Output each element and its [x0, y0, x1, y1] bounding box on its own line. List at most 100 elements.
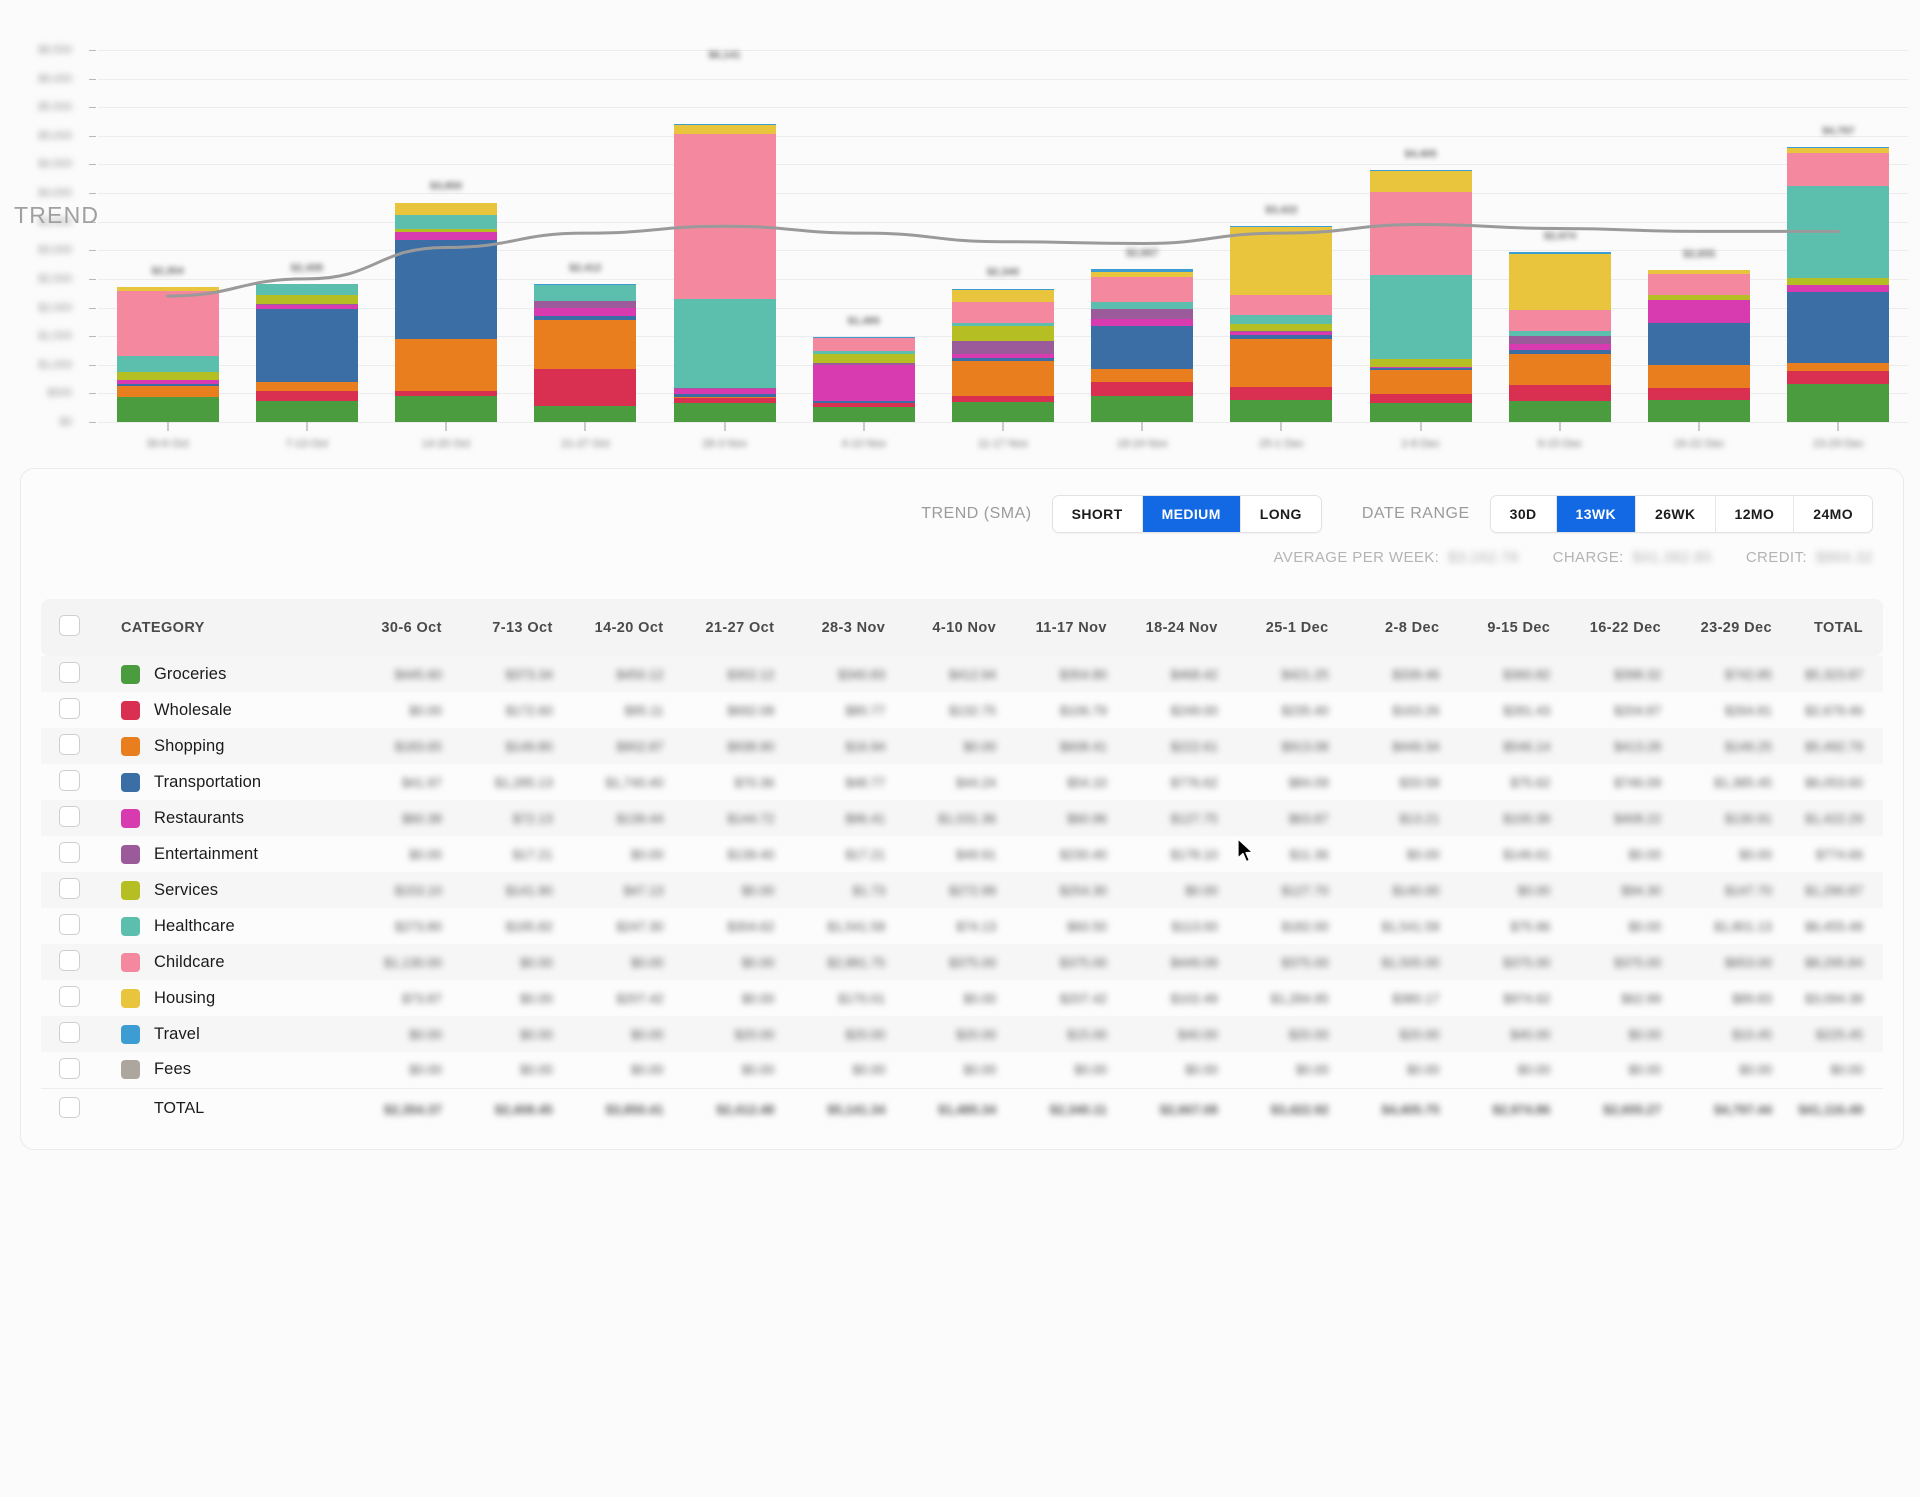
row-checkbox-transportation[interactable] — [59, 770, 80, 791]
chart-bar-group[interactable]: $2,667 18-24 Nov — [1091, 50, 1194, 450]
bar-segment-services[interactable] — [952, 326, 1054, 342]
bar-segment-shopping[interactable] — [1508, 354, 1611, 386]
column-header-23-29-dec[interactable]: 23-29 Dec — [1661, 599, 1772, 656]
bar-segment-housing[interactable] — [952, 289, 1054, 302]
bar-segment-transportation[interactable] — [1787, 292, 1890, 363]
trend-option-short[interactable]: SHORT — [1052, 496, 1143, 532]
chart-bar-group[interactable]: $3,422 25-1 Dec — [1230, 50, 1333, 450]
bar-segment-shopping[interactable] — [1369, 369, 1472, 395]
bar-segment-restaurants[interactable] — [812, 364, 915, 402]
bar-segment-groceries[interactable] — [395, 396, 498, 422]
bar-segment-groceries[interactable] — [116, 396, 219, 422]
bar-segment-wholesale[interactable] — [1787, 370, 1890, 385]
column-header-9-15-dec[interactable]: 9-15 Dec — [1439, 599, 1550, 656]
bar-segment-groceries[interactable] — [952, 401, 1054, 422]
bar-segment-restaurants[interactable] — [395, 231, 498, 240]
row-checkbox-shopping[interactable] — [59, 734, 80, 755]
bar-segment-shopping[interactable] — [1230, 339, 1333, 388]
table-row[interactable]: Entertainment $0.00 $17.21 $0.00 $139.40 $17.… — [41, 836, 1883, 872]
chart-bar-group[interactable]: $2,412 21-27 Oct — [534, 50, 637, 450]
chart-bar-group[interactable]: $4,405 2-8 Dec — [1369, 50, 1472, 450]
chart-bar-group[interactable]: $2,655 16-22 Dec — [1648, 50, 1751, 450]
row-checkbox-services[interactable] — [59, 878, 80, 899]
bar-segment-wholesale[interactable] — [1508, 385, 1611, 402]
table-row[interactable]: Housing $73.87 $0.00 $207.42 $0.00 $170.01 $0.… — [41, 980, 1883, 1016]
bar-segment-childcare[interactable] — [673, 134, 776, 300]
bar-segment-groceries[interactable] — [255, 400, 358, 422]
bar-segment-groceries[interactable] — [812, 407, 915, 422]
column-header-30-6-oct[interactable]: 30-6 Oct — [331, 599, 442, 656]
bar-segment-groceries[interactable] — [1091, 395, 1194, 422]
bar-segment-transportation[interactable] — [395, 239, 498, 340]
bar-segment-childcare[interactable] — [1091, 277, 1194, 303]
trend-sma-button-group[interactable]: SHORT MEDIUM LONG — [1051, 495, 1322, 533]
table-row[interactable]: Restaurants $60.38 $72.13 $139.44 $144.72 $96… — [41, 800, 1883, 836]
bar-segment-shopping[interactable] — [1091, 369, 1194, 382]
bar-segment-transportation[interactable] — [1091, 325, 1194, 370]
column-header-total[interactable]: TOTAL — [1772, 599, 1883, 656]
range-option-24mo[interactable]: 24MO — [1794, 496, 1872, 532]
column-header-28-3-nov[interactable]: 28-3 Nov — [774, 599, 885, 656]
bar-segment-childcare[interactable] — [812, 337, 915, 351]
range-option-30d[interactable]: 30D — [1490, 496, 1557, 532]
column-header-25-1-dec[interactable]: 25-1 Dec — [1218, 599, 1329, 656]
bar-segment-shopping[interactable] — [255, 382, 358, 391]
select-all-checkbox[interactable] — [59, 615, 80, 636]
row-checkbox-entertainment[interactable] — [59, 842, 80, 863]
bar-segment-childcare[interactable] — [1787, 152, 1890, 186]
column-header-14-20-oct[interactable]: 14-20 Oct — [553, 599, 664, 656]
bar-segment-wholesale[interactable] — [1648, 388, 1751, 400]
bar-segment-healthcare[interactable] — [534, 285, 637, 302]
bar-segment-entertainment[interactable] — [1508, 335, 1611, 344]
bar-segment-housing[interactable] — [395, 202, 498, 215]
bar-segment-services[interactable] — [1369, 359, 1472, 368]
bar-segment-shopping[interactable] — [952, 360, 1054, 396]
bar-segment-healthcare[interactable] — [1787, 185, 1890, 278]
trend-option-long[interactable]: LONG — [1240, 496, 1321, 532]
column-header-11-17-nov[interactable]: 11-17 Nov — [996, 599, 1107, 656]
table-row[interactable]: Childcare $1,130.00 $0.00 $0.00 $0.00 $2,881.… — [41, 944, 1883, 980]
row-checkbox-healthcare[interactable] — [59, 914, 80, 935]
bar-segment-shopping[interactable] — [395, 339, 498, 391]
bar-segment-wholesale[interactable] — [1369, 394, 1472, 404]
column-header-16-22-dec[interactable]: 16-22 Dec — [1550, 599, 1661, 656]
column-header-category[interactable]: CATEGORY — [111, 599, 331, 656]
table-row[interactable]: Travel $0.00 $0.00 $0.00 $20.00 $20.00 $20.00 $… — [41, 1016, 1883, 1052]
table-row[interactable]: Shopping $183.65 $149.80 $902.87 $938.90 $16.… — [41, 728, 1883, 764]
chart-bar-group[interactable]: $3,850 14-20 Oct — [395, 50, 498, 450]
bar-segment-groceries[interactable] — [1508, 401, 1611, 422]
bar-segment-childcare[interactable] — [1369, 191, 1472, 275]
column-header-18-24-nov[interactable]: 18-24 Nov — [1107, 599, 1218, 656]
total-row-checkbox[interactable] — [59, 1097, 80, 1119]
chart-bar-group[interactable]: $2,408 7-13 Oct — [255, 50, 358, 450]
bar-segment-healthcare[interactable] — [1369, 274, 1472, 360]
bar-segment-services[interactable] — [1230, 324, 1333, 331]
table-row[interactable]: Wholesale $0.00 $172.60 $95.11 $692.08 $80.77… — [41, 692, 1883, 728]
bar-segment-housing[interactable] — [1508, 254, 1611, 310]
bar-segment-healthcare[interactable] — [1230, 314, 1333, 325]
bar-segment-childcare[interactable] — [116, 291, 219, 356]
bar-segment-groceries[interactable] — [1369, 403, 1472, 422]
chart-bar-group[interactable]: $2,974 9-15 Dec — [1508, 50, 1611, 450]
row-checkbox-housing[interactable] — [59, 986, 80, 1007]
bar-segment-transportation[interactable] — [255, 308, 358, 383]
column-header-7-13-oct[interactable]: 7-13 Oct — [442, 599, 553, 656]
bar-segment-healthcare[interactable] — [395, 214, 498, 229]
range-option-12mo[interactable]: 12MO — [1715, 496, 1795, 532]
date-range-button-group[interactable]: 30D 13WK 26WK 12MO 24MO — [1489, 495, 1873, 533]
table-row[interactable]: Fees $0.00 $0.00 $0.00 $0.00 $0.00 $0.00 $0.00 $… — [41, 1052, 1883, 1088]
row-checkbox-childcare[interactable] — [59, 950, 80, 971]
bar-segment-services[interactable] — [812, 353, 915, 364]
chart-bar-group[interactable]: $2,340 11-17 Nov — [952, 50, 1054, 450]
bar-segment-wholesale[interactable] — [1230, 387, 1333, 400]
column-header-2-8-dec[interactable]: 2-8 Dec — [1329, 599, 1440, 656]
bar-segment-shopping[interactable] — [116, 386, 219, 397]
table-row[interactable]: Transportation $41.97 $1,285.13 $1,740.40 $7… — [41, 764, 1883, 800]
bar-segment-wholesale[interactable] — [534, 369, 637, 407]
trend-option-medium[interactable]: MEDIUM — [1142, 496, 1241, 532]
bar-segment-healthcare[interactable] — [255, 284, 358, 296]
bar-segment-groceries[interactable] — [673, 402, 776, 422]
bar-segment-groceries[interactable] — [1648, 399, 1751, 422]
bar-segment-groceries[interactable] — [534, 406, 637, 422]
bar-segment-restaurants[interactable] — [1091, 318, 1194, 326]
